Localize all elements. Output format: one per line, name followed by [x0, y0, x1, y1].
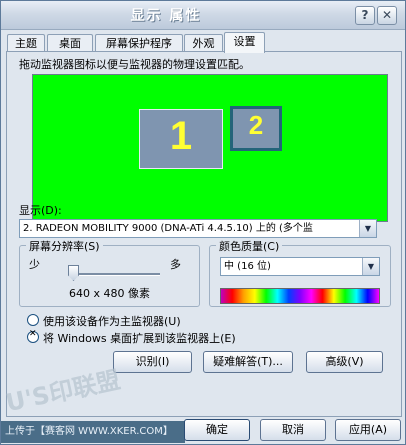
resolution-group: 屏幕分辨率(S) 少 多 640 x 480 像素 — [19, 238, 200, 307]
ok-button[interactable]: 确定 — [184, 419, 250, 441]
monitor-2-label: 2 — [248, 110, 264, 140]
color-quality-group: 颜色质量(C) 中 (16 位) ▼ — [209, 238, 391, 307]
window-title: 显示 属性 — [130, 8, 202, 24]
extend-desktop-checkbox[interactable] — [27, 329, 39, 343]
tab-themes[interactable]: 主题 — [7, 34, 45, 52]
resolution-max-label: 多 — [170, 258, 181, 271]
resolution-slider-thumb[interactable] — [68, 265, 79, 281]
color-quality-group-title: 颜色质量(C) — [216, 238, 283, 254]
upload-watermark: 上传于【赛客网 WWW.XKER.COM】 — [1, 421, 185, 443]
title-bar[interactable]: 显示 属性 ? ✕ — [1, 1, 405, 30]
display-label: 显示(D): — [19, 204, 62, 217]
help-button[interactable]: ? — [355, 6, 375, 25]
tab-settings[interactable]: 设置 — [224, 32, 265, 53]
color-spectrum-preview — [220, 288, 380, 304]
apply-button[interactable]: 应用(A) — [335, 419, 401, 441]
chevron-down-icon[interactable]: ▼ — [359, 220, 376, 237]
primary-monitor-label: 使用该设备作为主监视器(U) — [43, 315, 181, 328]
tab-appearance[interactable]: 外观 — [184, 34, 223, 52]
close-button[interactable]: ✕ — [377, 6, 397, 25]
color-quality-select[interactable]: 中 (16 位) ▼ — [220, 257, 380, 276]
resolution-slider-track[interactable] — [70, 273, 160, 276]
monitor-1[interactable]: 1 — [139, 109, 223, 169]
resolution-group-title: 屏幕分辨率(S) — [26, 238, 103, 254]
monitor-1-label: 1 — [169, 114, 193, 158]
monitor-2[interactable]: 2 — [230, 106, 282, 151]
troubleshoot-button[interactable]: 疑难解答(T)... — [203, 351, 293, 373]
chevron-down-icon[interactable]: ▼ — [362, 258, 379, 275]
display-select[interactable]: 2. RADEON MOBILITY 9000 (DNA-ATi 4.4.5.1… — [19, 219, 377, 238]
primary-monitor-checkbox[interactable] — [27, 314, 39, 326]
advanced-button[interactable]: 高级(V) — [306, 351, 383, 373]
resolution-min-label: 少 — [29, 258, 40, 271]
tab-screensaver[interactable]: 屏幕保护程序 — [95, 34, 183, 52]
display-select-value: 2. RADEON MOBILITY 9000 (DNA-ATi 4.4.5.1… — [23, 223, 313, 234]
resolution-value: 640 x 480 像素 — [69, 287, 150, 300]
monitor-arrangement-area[interactable]: 1 2 — [32, 74, 388, 222]
identify-button[interactable]: 识别(I) — [113, 351, 192, 373]
tab-desktop[interactable]: 桌面 — [47, 34, 93, 52]
display-properties-window: 显示 属性 ? ✕ 主题 桌面 屏幕保护程序 外观 设置 拖动监视器图标以便与监… — [0, 0, 406, 445]
color-quality-value: 中 (16 位) — [224, 261, 271, 272]
cancel-button[interactable]: 取消 — [260, 419, 326, 441]
description-text: 拖动监视器图标以便与监视器的物理设置匹配。 — [19, 58, 250, 71]
extend-desktop-label: 将 Windows 桌面扩展到该监视器上(E) — [43, 332, 236, 345]
settings-panel: 拖动监视器图标以便与监视器的物理设置匹配。 1 2 显示(D): 2. RADE… — [6, 51, 402, 417]
